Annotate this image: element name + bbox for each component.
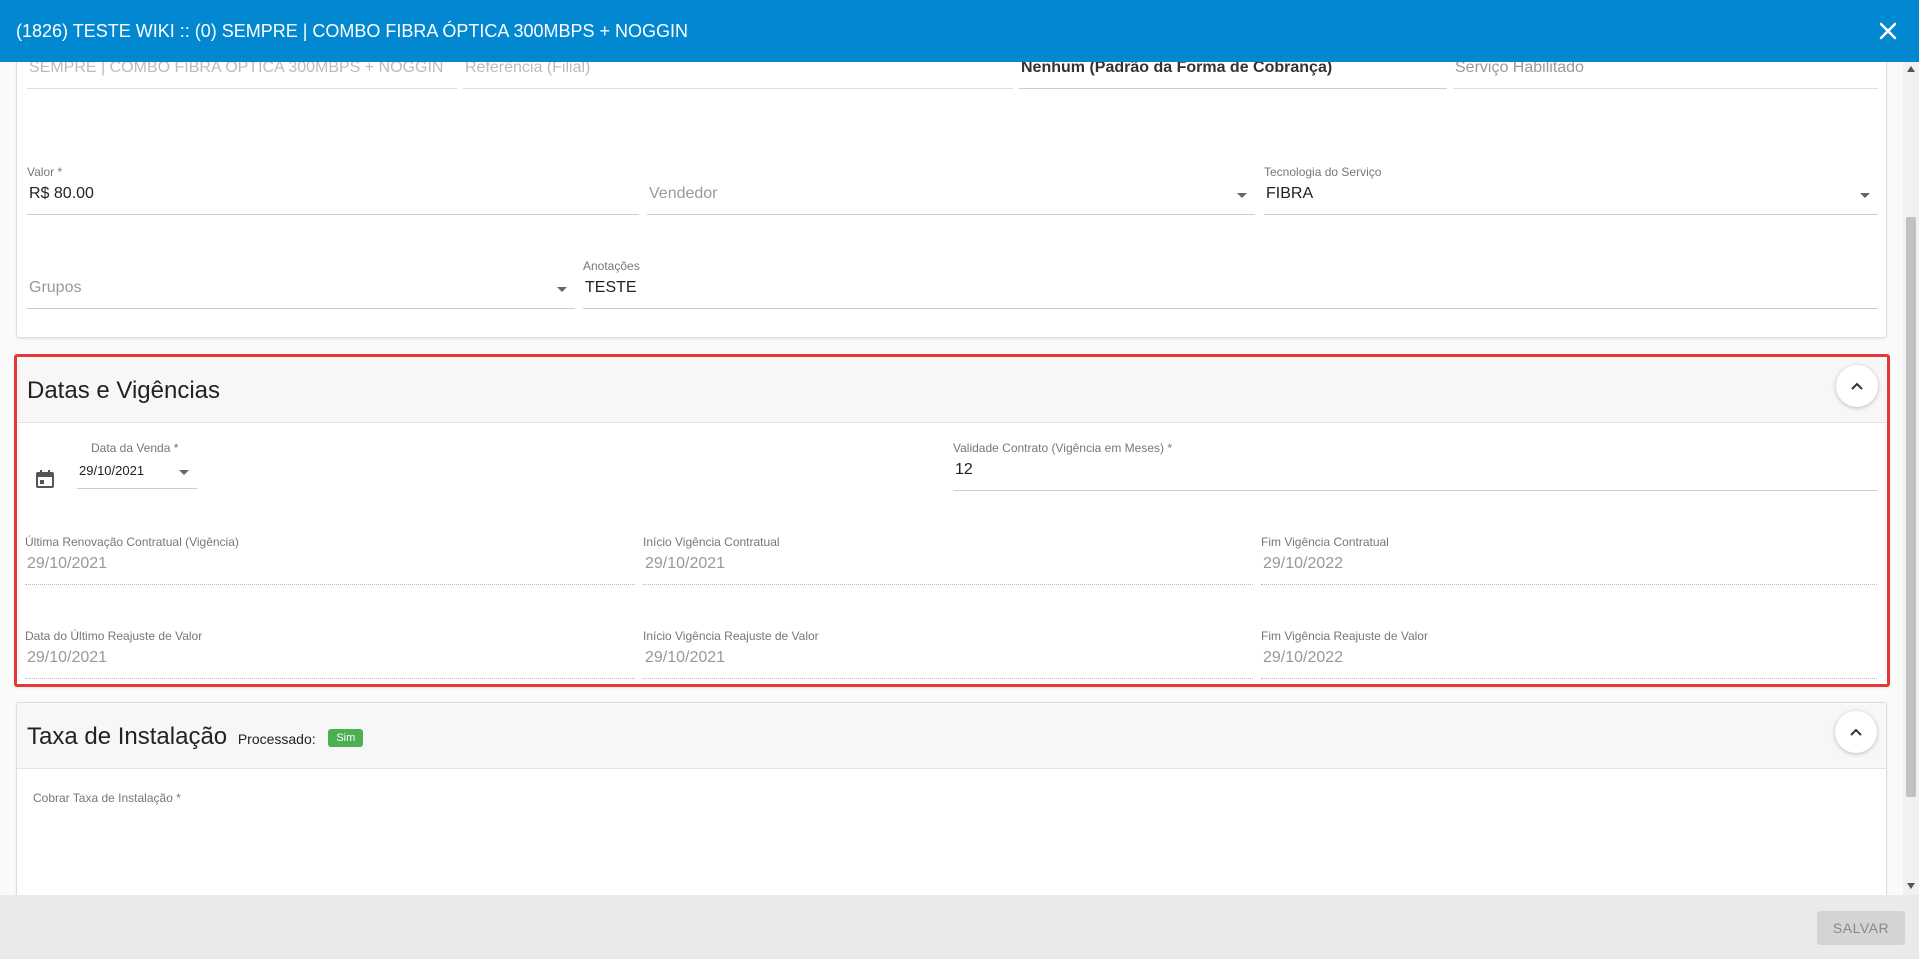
ultima-renovacao-field: Última Renovação Contratual (Vigência) 2…	[25, 535, 635, 585]
general-info-card: SEMPRE | COMBO FIBRA ÓPTICA 300MBPS + NO…	[16, 62, 1887, 338]
fim-vigencia-value: 29/10/2022	[1261, 555, 1877, 585]
ultimo-reajuste-label: Data do Último Reajuste de Valor	[25, 629, 203, 643]
valor-label: Valor *	[27, 165, 63, 179]
collapse-button[interactable]	[1836, 365, 1878, 407]
processado-label: Processado:	[237, 731, 316, 747]
plan-field[interactable]: SEMPRE | COMBO FIBRA ÓPTICA 300MBPS + NO…	[27, 62, 457, 89]
status-badge: Sim	[328, 728, 364, 747]
ultimo-reajuste-value: 29/10/2021	[25, 649, 635, 679]
anotacoes-input[interactable]: TESTE	[583, 279, 1878, 309]
tecnologia-label: Tecnologia do Serviço	[1264, 165, 1382, 179]
reference-value: Referência (Filial)	[463, 62, 1013, 89]
status-value: Serviço Habilitado	[1453, 62, 1878, 89]
section-title: Taxa de Instalação	[27, 723, 228, 750]
data-venda-picker[interactable]: Data da Venda * 29/10/2021	[77, 441, 197, 489]
grupos-placeholder: Grupos	[27, 279, 575, 309]
cobrar-taxa-field[interactable]: Cobrar Taxa de Instalação *	[33, 791, 433, 805]
inicio-vigencia-label: Início Vigência Contratual	[643, 535, 780, 549]
inicio-vigencia-field: Início Vigência Contratual 29/10/2021	[643, 535, 1253, 585]
datas-vigencias-header[interactable]: Datas e Vigências	[17, 357, 1887, 423]
inicio-reajuste-field: Início Vigência Reajuste de Valor 29/10/…	[643, 629, 1253, 679]
fim-reajuste-field: Fim Vigência Reajuste de Valor 29/10/202…	[1261, 629, 1877, 679]
valor-field[interactable]: Valor * R$ 80.00	[27, 165, 639, 215]
dropdown-caret-icon	[1860, 193, 1870, 198]
section-title: Datas e Vigências	[27, 377, 221, 404]
dialog-footer: SALVAR	[0, 895, 1919, 959]
fim-vigencia-label: Fim Vigência Contratual	[1261, 535, 1389, 549]
save-button[interactable]: SALVAR	[1817, 911, 1905, 945]
billing-value: Nenhum (Padrão da Forma de Cobrança)	[1019, 62, 1447, 89]
valor-input[interactable]: R$ 80.00	[27, 185, 639, 215]
anotacoes-label: Anotações	[583, 259, 640, 273]
taxa-instalacao-card: Taxa de Instalação Processado: Sim Cobra…	[16, 702, 1887, 895]
dialog-title-bar: (1826) TESTE WIKI :: (0) SEMPRE | COMBO …	[0, 0, 1919, 62]
calendar-icon[interactable]	[35, 469, 55, 494]
tecnologia-select[interactable]: Tecnologia do Serviço FIBRA	[1264, 165, 1878, 215]
scrollbar-thumb[interactable]	[1906, 217, 1916, 797]
fim-reajuste-label: Fim Vigência Reajuste de Valor	[1261, 629, 1428, 643]
tecnologia-value: FIBRA	[1264, 185, 1878, 215]
dialog-content: SEMPRE | COMBO FIBRA ÓPTICA 300MBPS + NO…	[0, 62, 1903, 895]
scroll-down-icon[interactable]	[1907, 883, 1915, 889]
plan-value: SEMPRE | COMBO FIBRA ÓPTICA 300MBPS + NO…	[27, 62, 457, 89]
inicio-reajuste-value: 29/10/2021	[643, 649, 1253, 679]
fim-vigencia-field: Fim Vigência Contratual 29/10/2022	[1261, 535, 1877, 585]
data-venda-value: 29/10/2021	[77, 463, 197, 489]
dropdown-caret-icon	[179, 470, 189, 475]
chevron-up-icon	[1850, 728, 1862, 736]
dropdown-caret-icon	[1237, 193, 1247, 198]
vendedor-select[interactable]: Vendedor	[647, 165, 1255, 215]
ultimo-reajuste-field: Data do Último Reajuste de Valor 29/10/2…	[25, 629, 635, 679]
datas-vigencias-card: Datas e Vigências Data da Venda * 29/10/…	[14, 354, 1890, 687]
collapse-button[interactable]	[1835, 711, 1877, 753]
validade-input[interactable]: 12	[953, 461, 1877, 491]
status-field[interactable]: Serviço Habilitado	[1453, 62, 1878, 89]
dialog-title: (1826) TESTE WIKI :: (0) SEMPRE | COMBO …	[16, 20, 689, 41]
billing-field[interactable]: Nenhum (Padrão da Forma de Cobrança)	[1019, 62, 1447, 89]
validade-label: Validade Contrato (Vigência em Meses) *	[953, 441, 1172, 455]
ultima-renovacao-label: Última Renovação Contratual (Vigência)	[25, 535, 239, 549]
cobrar-taxa-label: Cobrar Taxa de Instalação *	[33, 791, 181, 805]
chevron-up-icon	[1851, 382, 1863, 390]
ultima-renovacao-value: 29/10/2021	[25, 555, 635, 585]
taxa-instalacao-header[interactable]: Taxa de Instalação Processado: Sim	[17, 703, 1886, 769]
scrollbar[interactable]	[1903, 62, 1919, 895]
inicio-reajuste-label: Início Vigência Reajuste de Valor	[643, 629, 819, 643]
vendedor-placeholder: Vendedor	[647, 185, 1255, 215]
close-icon[interactable]	[1871, 14, 1905, 48]
reference-field[interactable]: Referência (Filial)	[463, 62, 1013, 89]
scroll-up-icon[interactable]	[1907, 66, 1915, 72]
validade-field[interactable]: Validade Contrato (Vigência em Meses) * …	[953, 441, 1877, 491]
inicio-vigencia-value: 29/10/2021	[643, 555, 1253, 585]
fim-reajuste-value: 29/10/2022	[1261, 649, 1877, 679]
grupos-select[interactable]: Grupos	[27, 259, 575, 309]
dropdown-caret-icon	[557, 287, 567, 292]
data-venda-label: Data da Venda *	[91, 441, 179, 455]
anotacoes-field[interactable]: Anotações TESTE	[583, 259, 1878, 309]
